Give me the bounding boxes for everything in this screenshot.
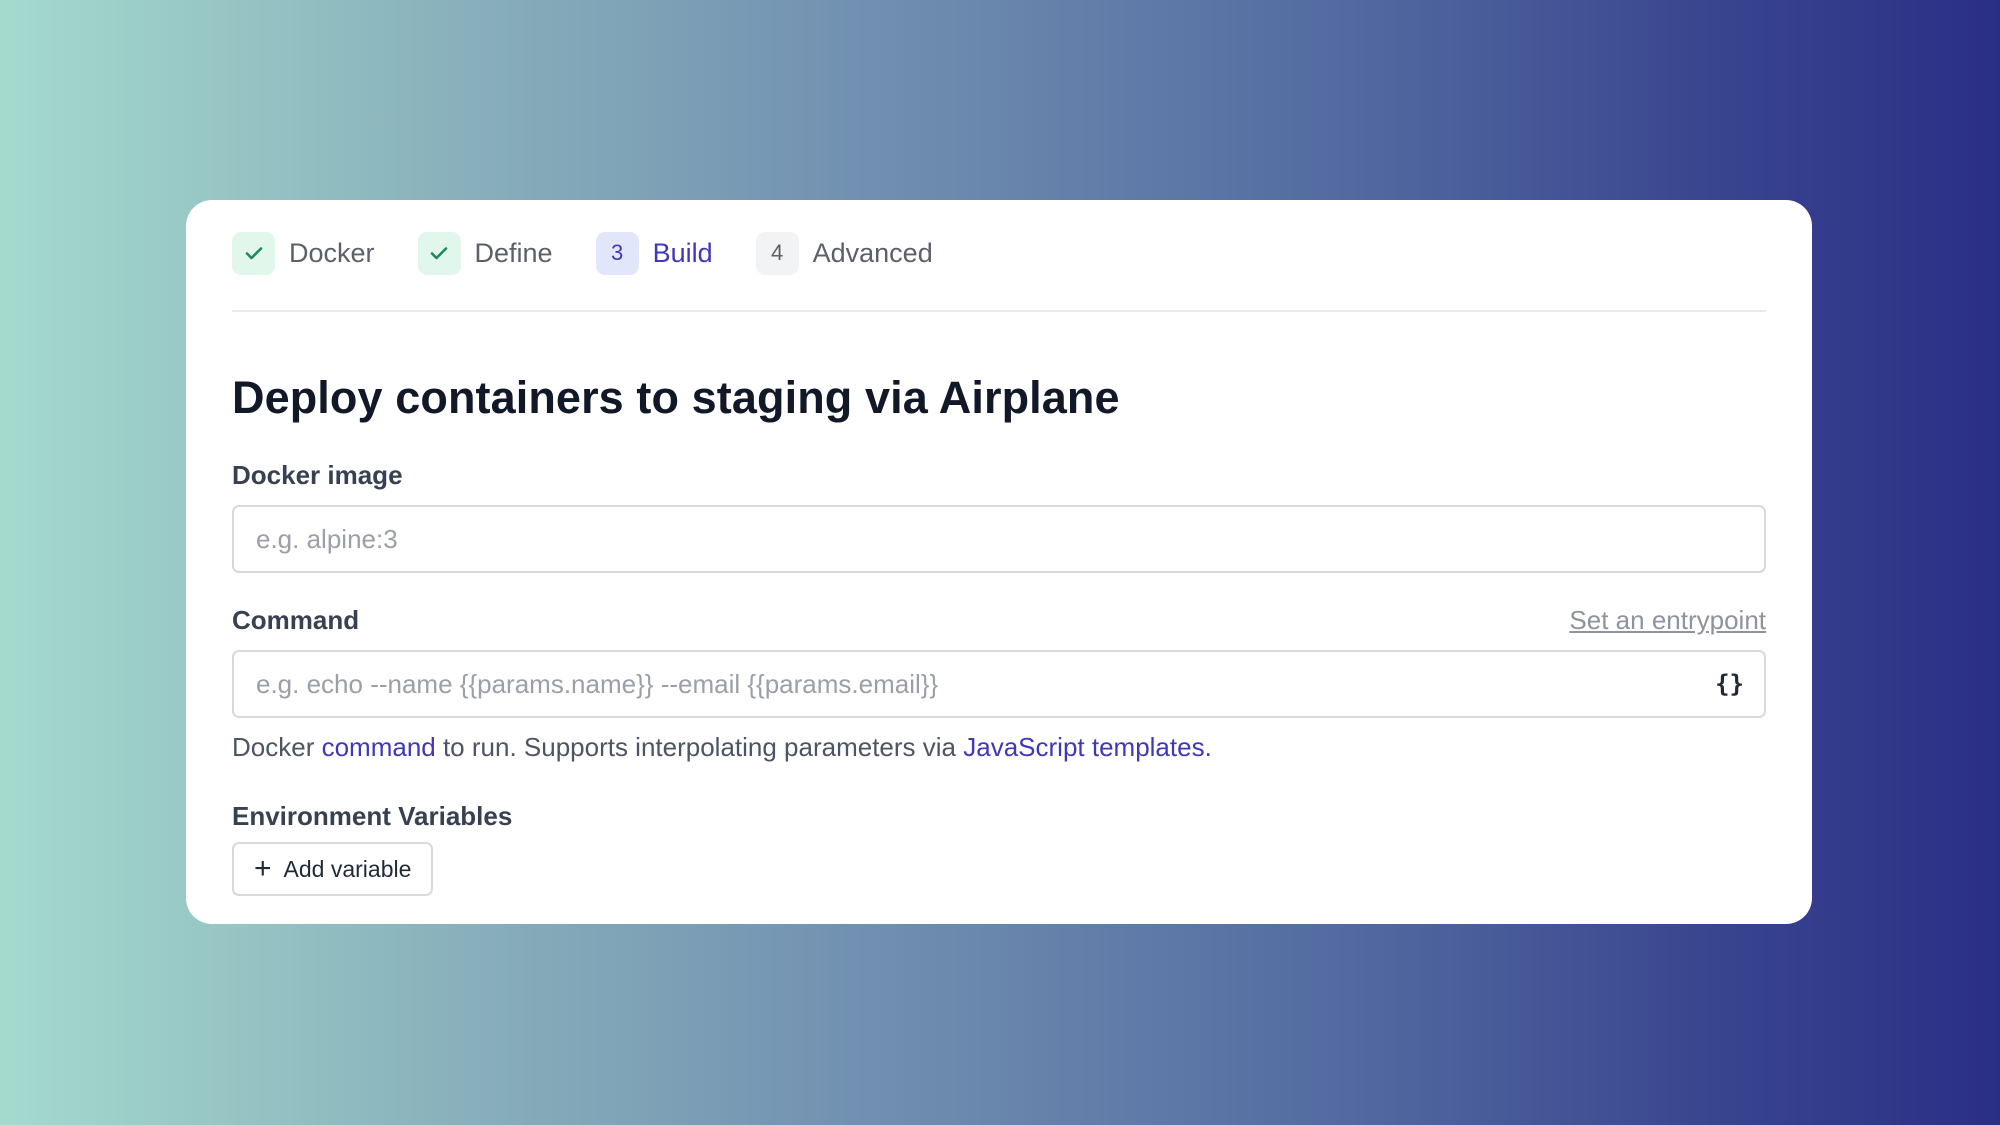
docker-image-field xyxy=(232,505,1766,573)
command-docs-link[interactable]: command xyxy=(322,732,436,762)
plus-icon: + xyxy=(254,852,272,885)
braces-icon[interactable]: {} xyxy=(1715,670,1744,698)
add-variable-button[interactable]: + Add variable xyxy=(232,842,434,896)
check-icon xyxy=(232,231,275,275)
step-label: Advanced xyxy=(812,237,933,268)
env-variables-label: Environment Variables xyxy=(232,801,513,831)
command-input[interactable] xyxy=(256,668,1742,700)
help-prefix: Docker xyxy=(232,732,322,762)
step-label: Build xyxy=(652,237,713,268)
help-suffix: . xyxy=(1204,732,1212,762)
step-label: Docker xyxy=(289,237,375,268)
docker-image-label: Docker image xyxy=(232,460,403,490)
step-number-badge: 4 xyxy=(755,231,799,275)
docker-image-input[interactable] xyxy=(256,523,1742,555)
step-build[interactable]: 3 Build xyxy=(595,231,713,275)
command-label: Command xyxy=(232,605,360,635)
help-middle: to run. Supports interpolating parameter… xyxy=(435,732,964,762)
command-help-text: Docker command to run. Supports interpol… xyxy=(232,732,1766,763)
divider xyxy=(232,310,1766,312)
command-label-row: Command Set an entrypoint xyxy=(232,605,1766,636)
javascript-templates-link[interactable]: JavaScript templates xyxy=(963,732,1204,762)
set-entrypoint-link[interactable]: Set an entrypoint xyxy=(1569,605,1766,636)
stepper: Docker Define 3 Build 4 Advanced xyxy=(232,230,1766,276)
page-title: Deploy containers to staging via Airplan… xyxy=(232,372,1120,423)
add-variable-label: Add variable xyxy=(283,855,412,882)
step-define[interactable]: Define xyxy=(417,231,553,275)
step-label: Define xyxy=(474,237,553,268)
step-docker[interactable]: Docker xyxy=(232,231,375,275)
check-icon xyxy=(417,231,461,275)
build-form-card: Docker Define 3 Build 4 Advanced Deploy … xyxy=(186,200,1812,924)
step-advanced[interactable]: 4 Advanced xyxy=(755,231,933,275)
step-number-badge: 3 xyxy=(595,231,639,275)
command-field: {} xyxy=(232,650,1766,718)
